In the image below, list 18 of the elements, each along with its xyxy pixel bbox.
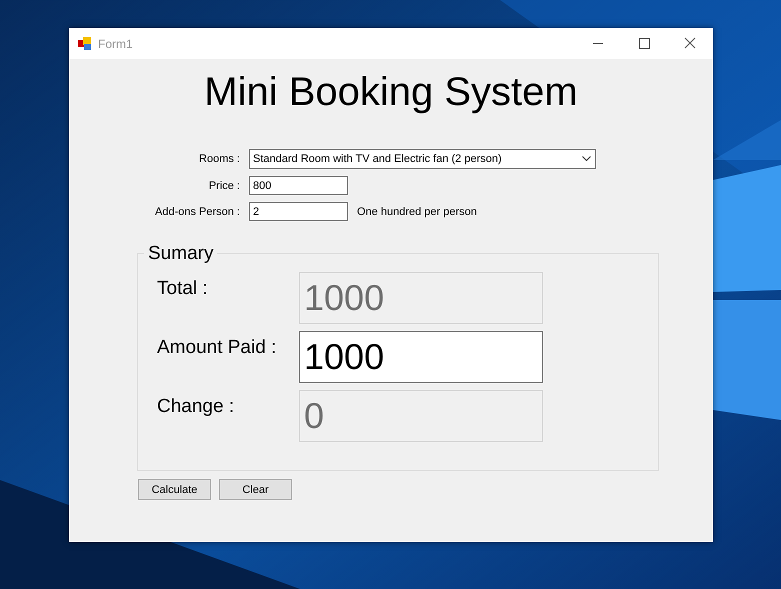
heading: Mini Booking System bbox=[204, 69, 578, 115]
app-icon bbox=[78, 36, 92, 50]
clear-button[interactable]: Clear bbox=[219, 479, 292, 500]
price-label: Price : bbox=[208, 180, 240, 192]
group-title: Sumary bbox=[144, 244, 218, 264]
summary-label: Amount Paid : bbox=[157, 336, 278, 360]
calculate-button[interactable]: Calculate bbox=[138, 479, 211, 500]
addons-label: Add-ons Person : bbox=[154, 206, 240, 218]
addons-field[interactable]: 2 bbox=[249, 202, 348, 221]
summary-label: Change : bbox=[157, 395, 236, 419]
rooms-label: Rooms : bbox=[198, 153, 240, 165]
caret-icon bbox=[582, 156, 591, 162]
addons-note: One hundred per person bbox=[357, 206, 478, 218]
summary-field[interactable]: 1000 bbox=[299, 331, 543, 383]
window-title: Form1 bbox=[98, 36, 134, 50]
rooms-dropdown[interactable]: Standard Room with TV and Electric fan (2 person) bbox=[249, 149, 596, 169]
summary-label: Total : bbox=[157, 277, 209, 301]
price-field[interactable]: 800 bbox=[249, 176, 348, 195]
